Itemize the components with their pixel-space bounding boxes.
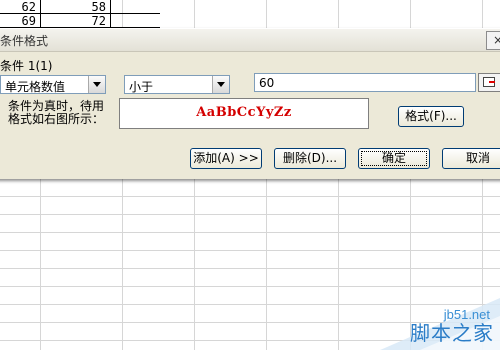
- operator-value: 小于: [129, 80, 154, 94]
- dialog-titlebar[interactable]: 条件格式 ×: [0, 29, 500, 52]
- conditional-format-dialog: 条件格式 × 条件 1(1) 单元格数值 小于 60 条件为真时，待用 格式如右…: [0, 28, 500, 179]
- delete-button[interactable]: 删除(D)...: [274, 148, 346, 169]
- range-select-icon: [483, 77, 495, 87]
- format-preview-box: AaBbCcYyZz: [119, 98, 369, 129]
- description-line: 格式如右图所示：: [8, 112, 105, 126]
- dialog-title: 条件格式: [0, 34, 49, 48]
- cell-reference-button[interactable]: [478, 73, 500, 92]
- ok-button[interactable]: 确定: [358, 148, 430, 169]
- condition-description: 条件为真时，待用 格式如右图所示：: [8, 100, 104, 126]
- condition-type-select[interactable]: 单元格数值: [0, 75, 106, 94]
- format-button[interactable]: 格式(F)...: [398, 106, 464, 127]
- watermark-name: 脚本之家: [410, 321, 494, 345]
- watermark: jb51.net 脚本之家: [300, 288, 500, 350]
- add-button[interactable]: 添加(A) >>: [190, 148, 262, 169]
- value-input-text: 60: [259, 76, 275, 90]
- condition-label: 条件 1(1): [0, 59, 53, 73]
- cancel-button[interactable]: 取消: [442, 148, 500, 169]
- cell-value[interactable]: 62: [0, 0, 36, 14]
- value-input[interactable]: 60: [254, 73, 476, 92]
- cell-value[interactable]: 69: [0, 14, 36, 28]
- chevron-down-icon[interactable]: [88, 76, 105, 93]
- condition-type-value: 单元格数值: [5, 80, 66, 94]
- close-button[interactable]: ×: [486, 31, 500, 50]
- cell-value[interactable]: 72: [46, 14, 106, 28]
- operator-select[interactable]: 小于: [124, 75, 230, 94]
- format-preview-text: AaBbCcYyZz: [196, 105, 292, 120]
- chevron-down-icon[interactable]: [212, 76, 229, 93]
- cell-value[interactable]: 58: [46, 0, 106, 14]
- visible-data-cells: 62 58 69 72: [0, 0, 160, 28]
